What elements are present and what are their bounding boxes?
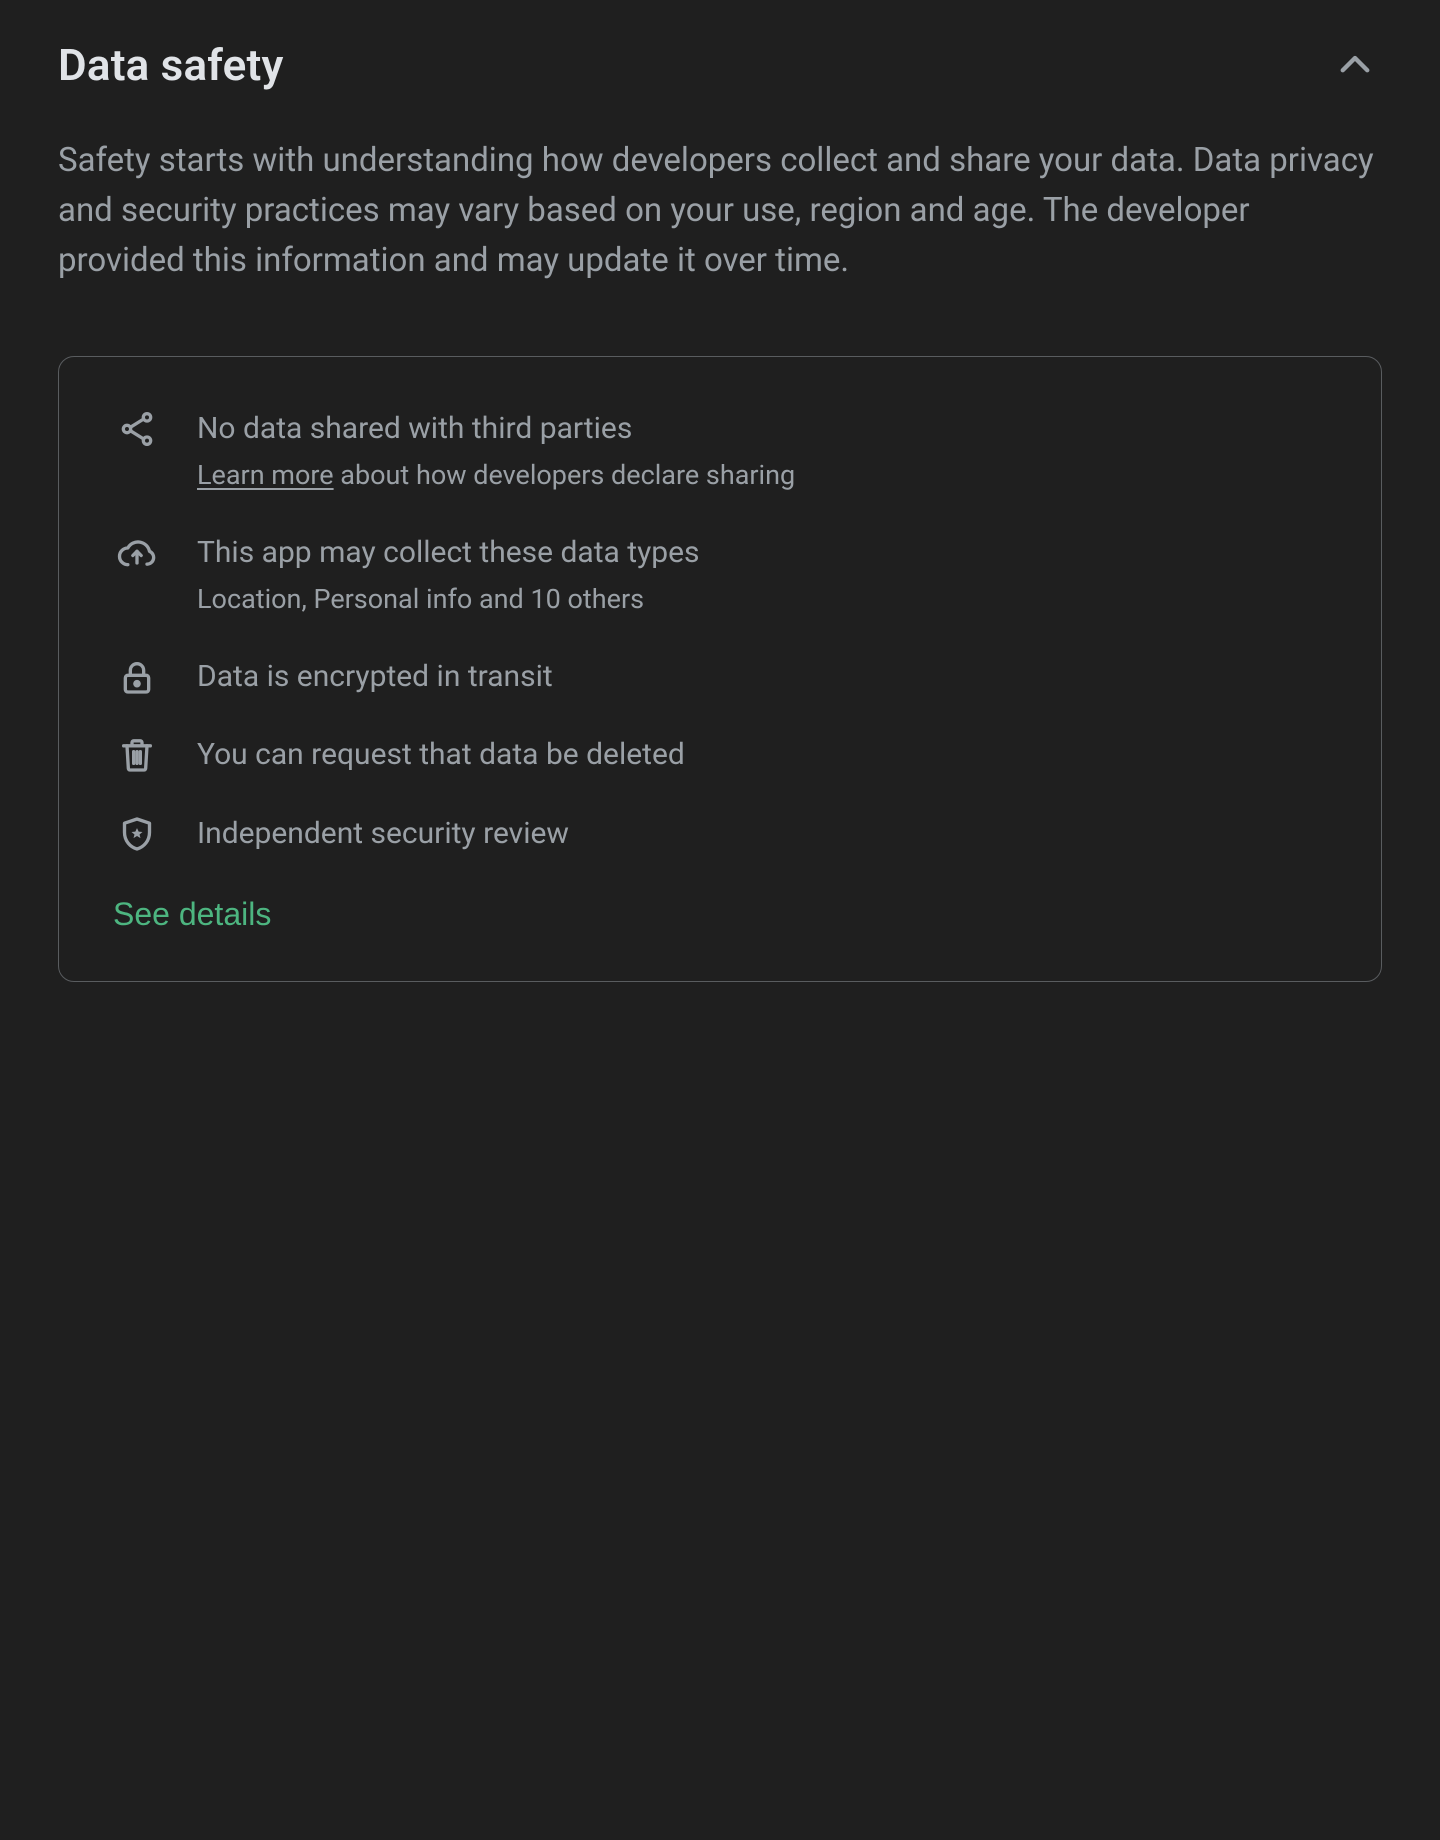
list-item: You can request that data be deleted <box>113 735 1327 814</box>
row-title: This app may collect these data types <box>197 533 1327 574</box>
chevron-up-icon <box>1334 44 1376 86</box>
section-title: Data safety <box>58 39 284 91</box>
list-item: Independent security review <box>113 814 1327 855</box>
shield-star-icon <box>113 814 161 854</box>
row-subtitle: Learn more about how developers declare … <box>197 456 1327 495</box>
row-title: Data is encrypted in transit <box>197 657 1327 698</box>
see-details-button[interactable]: See details <box>113 896 271 933</box>
row-title: Independent security review <box>197 814 1327 855</box>
row-subtitle: Location, Personal info and 10 others <box>197 580 1327 619</box>
row-title: No data shared with third parties <box>197 409 1327 450</box>
row-title: You can request that data be deleted <box>197 735 1327 776</box>
lock-icon <box>113 657 161 697</box>
section-description: Safety starts with understanding how dev… <box>58 136 1382 286</box>
list-item: Data is encrypted in transit <box>113 657 1327 736</box>
cloud-upload-icon <box>113 533 161 573</box>
row-subtitle-tail: about how developers declare sharing <box>334 459 796 491</box>
trash-icon <box>113 735 161 775</box>
collapse-button[interactable] <box>1328 38 1382 92</box>
share-icon <box>113 409 161 449</box>
list-item: No data shared with third parties Learn … <box>113 409 1327 533</box>
data-safety-header: Data safety <box>58 38 1382 92</box>
data-safety-card: No data shared with third parties Learn … <box>58 356 1382 982</box>
list-item: This app may collect these data types Lo… <box>113 533 1327 657</box>
learn-more-link[interactable]: Learn more <box>197 459 334 491</box>
